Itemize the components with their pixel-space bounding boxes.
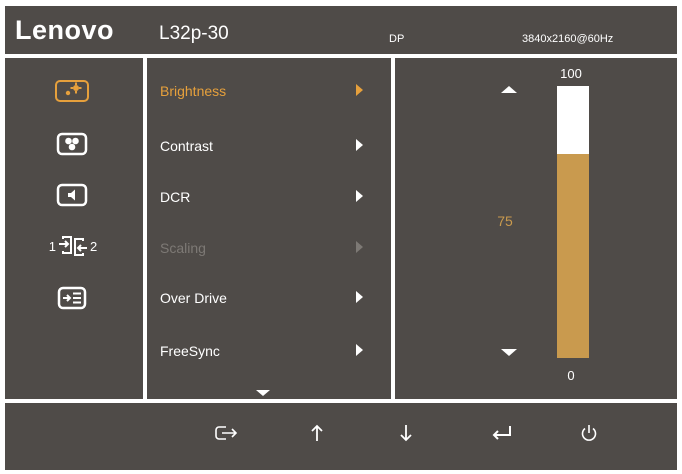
header-divider [5,54,677,58]
slider-min-label: 0 [567,368,575,383]
chevron-right-icon [356,291,363,303]
menu-item-freesync[interactable]: FreeSync [160,339,365,363]
osd-header: Lenovo L32p-30 DP 3840x2160@60Hz [5,6,677,54]
osd-panel: Lenovo L32p-30 DP 3840x2160@60Hz 1 2 Bri… [5,6,677,470]
enter-button[interactable] [486,421,518,445]
menu-item-scaling[interactable]: Scaling [160,236,365,260]
brightness-slider[interactable] [557,86,589,358]
up-button[interactable] [301,421,333,445]
brightness-icon [55,80,89,102]
exit-icon [215,426,238,440]
input-switch-icon [59,236,87,256]
menu-item-label: Over Drive [160,290,227,306]
decrease-arrow-icon[interactable] [501,349,517,356]
chevron-right-icon [356,84,363,96]
down-arrow-icon [400,425,412,442]
left-divider [143,58,147,399]
brand-logo: Lenovo [15,15,115,45]
menu-item-brightness[interactable]: Brightness [160,79,365,103]
model-name: L32p-30 [159,23,229,44]
category-input[interactable]: 1 2 [46,234,100,258]
category-menu-settings[interactable] [54,286,90,310]
audio-icon [56,183,88,207]
down-button[interactable] [390,421,422,445]
color-icon [56,132,88,156]
input-source: DP [389,33,405,45]
menu-item-contrast[interactable]: Contrast [160,134,365,158]
chevron-right-icon [356,344,363,356]
chevron-right-icon [356,241,363,253]
menu-item-label: DCR [160,189,191,205]
input-2-label: 2 [90,238,98,254]
menu-item-over-drive[interactable]: Over Drive [160,286,365,310]
category-audio[interactable] [54,183,90,207]
scroll-down-icon[interactable] [256,390,270,396]
exit-button[interactable] [211,421,243,445]
power-icon [581,425,597,441]
menu-settings-icon [57,286,87,310]
resolution: 3840x2160@60Hz [522,33,614,45]
slider-fill [557,154,589,358]
slider-value: 75 [497,213,513,229]
menu-item-label: Scaling [160,240,206,256]
footer-divider [5,399,677,403]
slider-max-label: 100 [560,66,582,81]
menu-item-label: FreeSync [160,343,220,359]
menu-item-label: Contrast [160,138,213,154]
input-1-label: 1 [48,238,56,254]
enter-icon [492,426,511,440]
mid-divider [391,58,395,399]
increase-arrow-icon[interactable] [501,86,517,93]
menu-item-dcr[interactable]: DCR [160,185,365,209]
chevron-right-icon [356,190,363,202]
up-arrow-icon [311,424,323,441]
chevron-right-icon [356,139,363,151]
menu-item-label: Brightness [160,83,227,99]
category-color[interactable] [54,132,90,156]
category-brightness[interactable] [54,79,90,103]
power-button[interactable] [573,421,605,445]
